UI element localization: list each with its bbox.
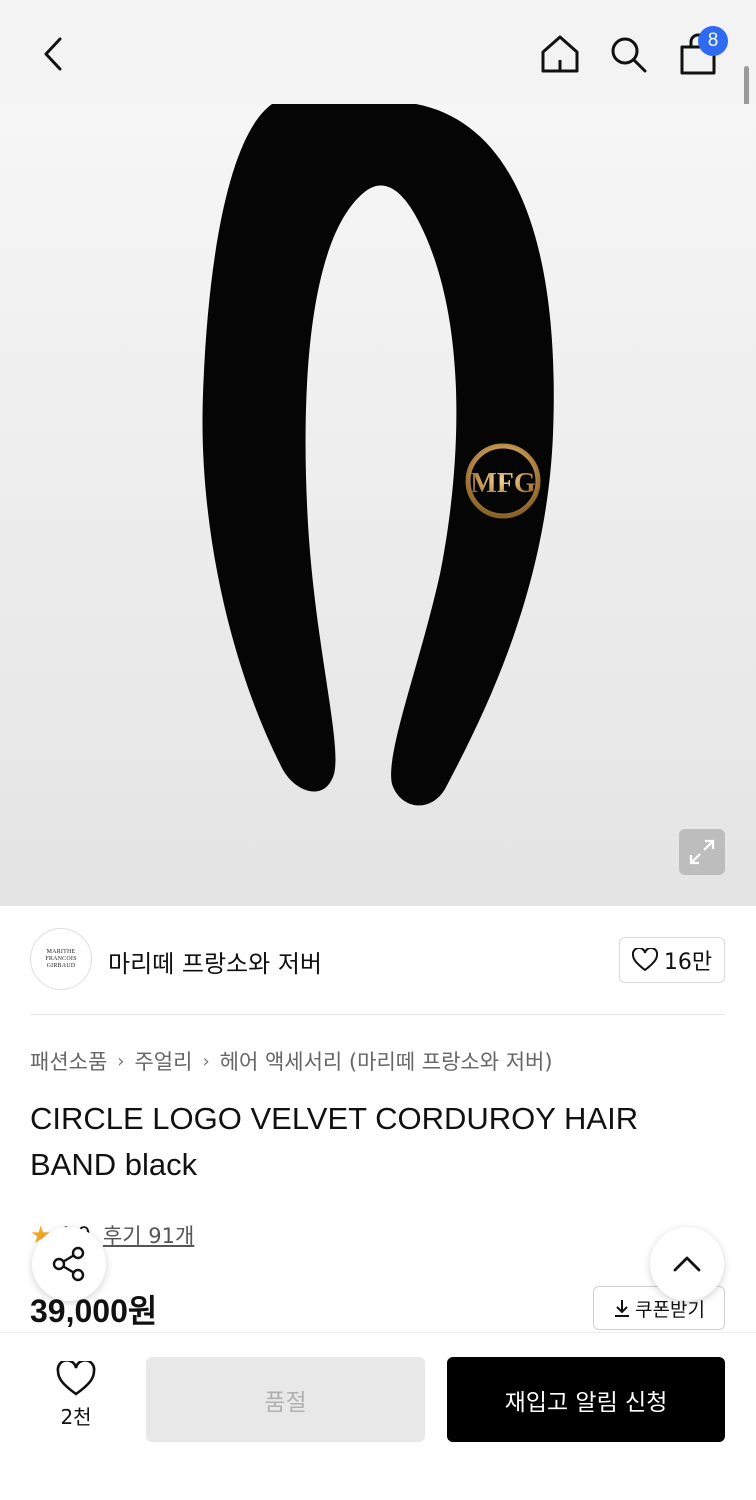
share-icon [52, 1246, 85, 1282]
breadcrumb: 패션소품 › 주얼리 › 헤어 액세서리 (마리떼 프랑소와 저버) [30, 1046, 553, 1076]
breadcrumb-item[interactable]: 헤어 액세서리 (마리떼 프랑소와 저버) [220, 1046, 553, 1076]
brand-row[interactable]: MARITHE FRANCOIS GIRBAUD 마리떼 프랑소와 저버 16만 [0, 906, 756, 1016]
soldout-button[interactable]: 품절 [146, 1357, 425, 1442]
chevron-right-icon: › [117, 1050, 125, 1072]
breadcrumb-item[interactable]: 패션소품 [30, 1046, 107, 1076]
brand-like-count: 16만 [663, 950, 713, 975]
product-image[interactable]: MFG [0, 104, 756, 906]
back-button[interactable] [30, 30, 78, 78]
chevron-left-icon [44, 37, 62, 71]
restock-alert-button[interactable]: 재입고 알림 신청 [447, 1357, 725, 1442]
brand-logo-line: MARITHE [46, 948, 76, 955]
heart-icon [631, 948, 658, 972]
breadcrumb-item[interactable]: 주얼리 [134, 1046, 192, 1076]
brand-logo-line: FRANCOIS [45, 955, 77, 962]
headband-logo-text: MFG [470, 468, 536, 499]
brand-name[interactable]: 마리떼 프랑소와 저버 [108, 944, 322, 979]
search-icon [611, 37, 647, 73]
wishlist-count: 2천 [60, 1405, 92, 1429]
wishlist-button[interactable]: 2천 [40, 1361, 112, 1430]
product-title: CIRCLE LOGO VELVET CORDUROY HAIR BAND bl… [30, 1101, 639, 1182]
bottom-action-bar: 2천 품절 재입고 알림 신청 [0, 1332, 756, 1500]
brand-logo-line: GIRBAUD [46, 962, 76, 969]
expand-icon [689, 839, 715, 865]
home-icon [541, 35, 579, 73]
search-button[interactable] [604, 30, 652, 78]
scroll-top-button[interactable] [650, 1227, 724, 1301]
product-price: 39,000원 [30, 1293, 158, 1329]
download-icon [615, 1300, 630, 1317]
chevron-right-icon: › [202, 1050, 210, 1072]
expand-image-button[interactable] [679, 829, 725, 875]
review-link[interactable]: 후기 91개 [103, 1220, 194, 1250]
brand-like-button[interactable]: 16만 [619, 937, 725, 983]
cart-count-badge: 8 [698, 26, 728, 56]
divider [30, 1014, 725, 1015]
chevron-up-icon [673, 1256, 701, 1272]
heart-icon [56, 1361, 96, 1396]
cart-button[interactable]: 8 [674, 26, 728, 78]
headband-image: MFG [202, 104, 554, 806]
brand-logo[interactable]: MARITHE FRANCOIS GIRBAUD [30, 928, 92, 990]
top-navigation-bar: 8 [0, 0, 756, 104]
home-button[interactable] [536, 30, 584, 78]
